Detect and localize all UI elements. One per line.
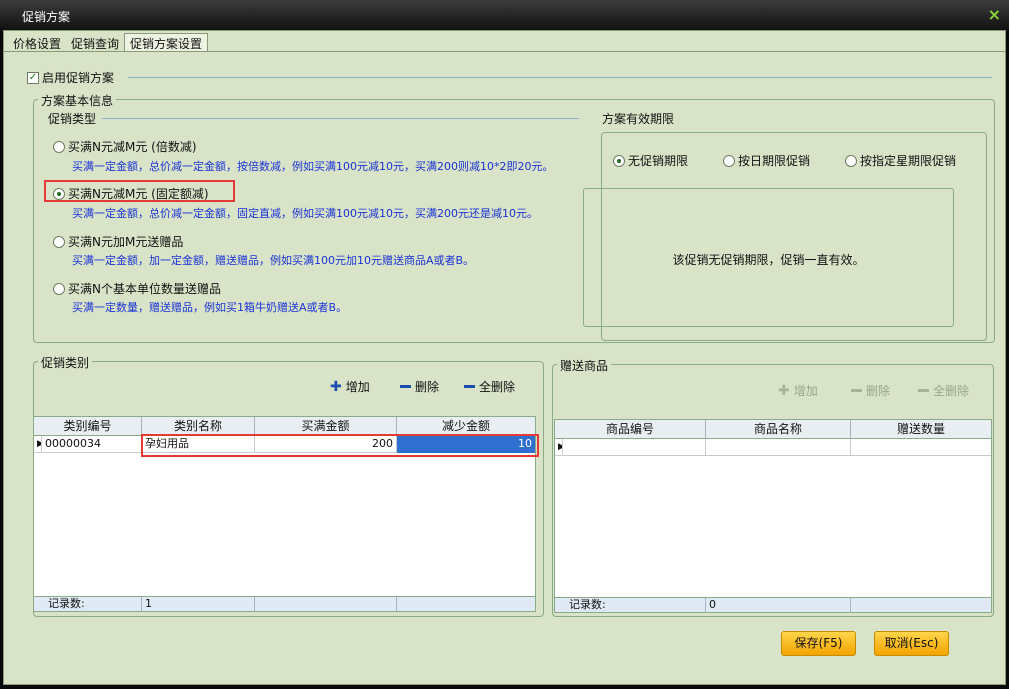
tab-price-settings[interactable]: 价格设置 (8, 34, 66, 51)
highlight-box-type (44, 180, 235, 202)
minus-icon (918, 389, 929, 392)
validity-title: 方案有效期限 (602, 112, 675, 126)
validity-message: 该促销无促销期限，促销一直有效。 (672, 253, 865, 267)
highlight-box-row (141, 434, 539, 457)
cancel-button[interactable]: 取消(Esc) (874, 631, 949, 656)
radio-validity-by-weekday[interactable]: 按指定星期限促销 (845, 152, 956, 169)
radio-type-quantity-gift[interactable]: 买满N个基本单位数量送赠品 (53, 280, 221, 297)
tab-bar: 价格设置 促销查询 促销方案设置 (8, 33, 209, 52)
table-row[interactable]: ▶ (555, 439, 991, 456)
type-add-gift-desc: 买满一定金额，加一定金额，赠送赠品，例如买满100元加10元赠送商品A或者B。 (72, 254, 475, 267)
radio-type-add-gift-label: 买满N元加M元送赠品 (68, 235, 184, 249)
promotion-type-title: 促销类型 (48, 112, 97, 126)
tab-promotion-query[interactable]: 促销查询 (66, 34, 124, 51)
checkmark-icon: ✓ (27, 71, 39, 84)
enable-promotion-checkbox[interactable]: ✓ 启用促销方案 (27, 69, 114, 86)
validity-message-panel: 该促销无促销期限，促销一直有效。 (583, 188, 954, 327)
type-multiple-reduce-desc: 买满一定金额，总价减一定金额，按倍数减，例如买满100元减10元，买满200则减… (72, 160, 554, 173)
radio-validity-none[interactable]: 无促销期限 (613, 152, 688, 169)
category-add-label: 增加 (345, 380, 370, 394)
col-goods-name[interactable]: 商品名称 (706, 420, 851, 439)
close-icon[interactable]: × (988, 5, 1001, 24)
category-record-count-label: 记录数: (34, 597, 142, 612)
cell-goods-name[interactable] (706, 439, 851, 456)
minus-icon (464, 385, 475, 388)
category-delete-all-label: 全删除 (479, 380, 516, 394)
footer-empty-cell (851, 598, 991, 613)
type-fixed-reduce-desc: 买满一定金额，总价减一定金额，固定直减，例如买满100元减10元，买满200元还… (72, 207, 538, 220)
col-category-id[interactable]: 类别编号 (34, 417, 142, 436)
gift-record-count-label: 记录数: (555, 598, 706, 613)
category-add-button[interactable]: ✚ 增加 (330, 378, 370, 395)
gift-add-label: 增加 (793, 384, 818, 398)
radio-validity-by-date-label: 按日期限促销 (738, 154, 811, 168)
type-quantity-gift-desc: 买满一定数量，赠送赠品，例如买1箱牛奶赠送A或者B。 (72, 301, 348, 314)
gift-add-button[interactable]: ✚ 增加 (778, 382, 818, 399)
radio-type-quantity-gift-label: 买满N个基本单位数量送赠品 (68, 282, 221, 296)
category-delete-button[interactable]: 删除 (400, 378, 439, 395)
radio-icon (53, 140, 65, 153)
cell-goods-id[interactable] (563, 439, 706, 456)
radio-icon (845, 154, 857, 167)
col-gift-quantity[interactable]: 赠送数量 (851, 420, 991, 439)
main-window: 价格设置 促销查询 促销方案设置 ✓ 启用促销方案 方案基本信息 促销类型 买满… (3, 30, 1006, 685)
basic-info-title: 方案基本信息 (38, 92, 117, 109)
tab-promotion-plan-settings[interactable]: 促销方案设置 (124, 33, 209, 52)
category-grid-footer: 记录数: 1 (34, 596, 535, 612)
tab-divider (4, 51, 1005, 52)
minus-icon (851, 389, 862, 392)
promotion-category-title: 促销类别 (38, 354, 93, 371)
col-goods-id[interactable]: 商品编号 (555, 420, 706, 439)
title-bar: 促销方案 × (0, 0, 1009, 30)
cell-category-id[interactable]: 00000034 (42, 436, 142, 453)
gift-grid-header: 商品编号 商品名称 赠送数量 (555, 420, 991, 439)
enable-divider (128, 77, 992, 78)
gift-goods-grid[interactable]: 商品编号 商品名称 赠送数量 ▶ 记录数: 0 (554, 419, 992, 613)
radio-validity-by-date[interactable]: 按日期限促销 (723, 152, 810, 169)
window-title: 促销方案 (22, 10, 71, 24)
radio-validity-by-weekday-label: 按指定星期限促销 (860, 154, 957, 168)
gift-record-count: 0 (706, 598, 851, 613)
category-delete-label: 删除 (415, 380, 440, 394)
footer-empty-cell (397, 597, 535, 612)
category-delete-all-button[interactable]: 全删除 (464, 378, 515, 395)
footer-empty-cell (255, 597, 397, 612)
current-row-indicator-icon: ▶ (34, 436, 42, 453)
promotion-type-divider (102, 118, 579, 119)
radio-type-multiple-reduce[interactable]: 买满N元减M元 (倍数减) (53, 138, 197, 155)
save-button[interactable]: 保存(F5) (781, 631, 856, 656)
cell-gift-quantity[interactable] (851, 439, 991, 456)
plus-icon: ✚ (330, 378, 342, 395)
enable-promotion-label: 启用促销方案 (42, 71, 115, 85)
category-record-count: 1 (142, 597, 255, 612)
current-row-indicator-icon: ▶ (555, 439, 563, 456)
gift-delete-all-label: 全删除 (933, 384, 970, 398)
radio-icon (53, 282, 65, 295)
gift-grid-footer: 记录数: 0 (555, 597, 991, 613)
gift-delete-label: 删除 (866, 384, 891, 398)
radio-type-multiple-reduce-label: 买满N元减M元 (倍数减) (68, 140, 197, 154)
radio-icon (723, 154, 735, 167)
minus-icon (400, 385, 411, 388)
radio-validity-none-label: 无促销期限 (628, 154, 689, 168)
radio-type-add-gift[interactable]: 买满N元加M元送赠品 (53, 233, 183, 250)
gift-delete-button[interactable]: 删除 (851, 382, 890, 399)
gift-delete-all-button[interactable]: 全删除 (918, 382, 969, 399)
gift-goods-title: 赠送商品 (557, 357, 612, 374)
radio-selected-icon (613, 154, 625, 167)
radio-icon (53, 235, 65, 248)
plus-icon: ✚ (778, 382, 790, 399)
